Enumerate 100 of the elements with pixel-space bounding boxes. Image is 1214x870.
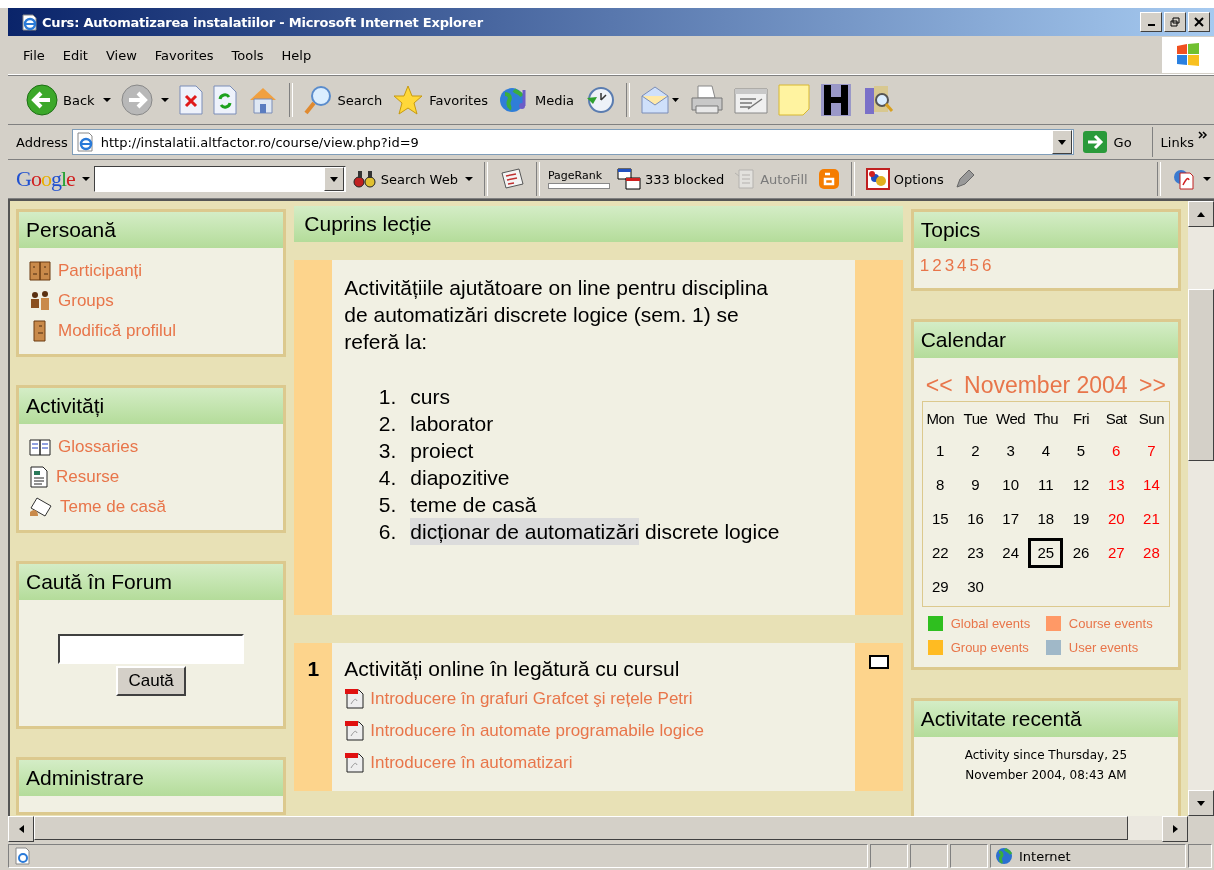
calendar-day[interactable]: 8 <box>922 470 958 500</box>
calendar-day[interactable]: 12 <box>1063 470 1099 500</box>
calendar-day[interactable]: 9 <box>957 470 994 500</box>
menu-item[interactable]: Edit <box>53 45 97 65</box>
google-logo[interactable]: Google <box>16 166 75 192</box>
summary-text: Activitățiile ajutătoare on line pentru disciplina de automatizări discrete logice (sem. 1) se referă la: <box>344 275 770 355</box>
refresh-icon <box>212 85 237 115</box>
edit-page-icon <box>734 85 768 115</box>
right-arrow-icon <box>1172 825 1178 833</box>
calendar-day[interactable]: 29 <box>922 572 958 602</box>
dropdown-button[interactable] <box>1051 130 1072 154</box>
toolbar-button[interactable]: Back <box>22 82 115 118</box>
weekday-label: Tue <box>962 409 989 429</box>
list-text: curs <box>410 384 450 410</box>
block-title: Activitate recentă <box>920 707 1082 731</box>
weekday-label: Wed <box>995 409 1027 429</box>
toolbar-button[interactable]: Media <box>493 82 578 118</box>
status-pane <box>950 844 988 868</box>
calendar-day[interactable]: 25 <box>1028 538 1064 568</box>
calendar-day[interactable]: 5 <box>1063 436 1099 466</box>
weekday-label: Fri <box>1072 409 1091 429</box>
topic-title: Activități online în legătură cu cursul <box>344 657 681 681</box>
calendar-day[interactable]: 10 <box>993 470 1029 500</box>
list-text: proiect <box>410 438 474 464</box>
toolbar-button[interactable]: Favorites <box>388 82 492 118</box>
list-number: 3. <box>377 438 397 464</box>
dropdown-caret-icon <box>81 177 90 181</box>
calendar-day[interactable]: 2 <box>957 436 994 466</box>
page-icon <box>13 847 31 865</box>
calendar-day[interactable]: 26 <box>1063 538 1099 568</box>
dropdown-button[interactable] <box>323 167 344 191</box>
people-icon <box>29 260 51 282</box>
page-icon <box>74 132 95 152</box>
highlight-toggle[interactable] <box>868 655 889 669</box>
calendar-day[interactable]: 30 <box>957 572 994 602</box>
toolbar-button[interactable]: Search Web <box>349 169 476 189</box>
binoculars-icon <box>352 169 377 189</box>
mail-icon <box>640 84 680 116</box>
popup-windows-icon <box>616 168 641 190</box>
go-button[interactable]: Go <box>1077 127 1153 157</box>
minimize-button[interactable] <box>1140 12 1162 32</box>
list-text: teme de casă <box>410 492 537 518</box>
calendar-day[interactable]: 24 <box>993 538 1029 568</box>
up-arrow-icon <box>1197 211 1205 217</box>
globe-icon <box>995 847 1013 865</box>
stop-icon <box>178 85 203 115</box>
calendar-day[interactable]: 23 <box>957 538 994 568</box>
list-number: 5. <box>377 492 397 518</box>
address-label: Address <box>16 134 68 150</box>
caret-icon <box>329 176 338 182</box>
scroll-up-button[interactable] <box>1188 201 1214 227</box>
calendar-day[interactable]: 15 <box>922 504 958 534</box>
scroll-thumb[interactable] <box>1188 289 1214 461</box>
scroll-left-button[interactable] <box>8 816 34 842</box>
calendar-day[interactable]: 18 <box>1028 504 1064 534</box>
calendar-day[interactable]: 22 <box>922 538 958 568</box>
caret-icon <box>1057 139 1066 145</box>
toolbar-button[interactable]: Search <box>298 82 387 118</box>
forum-search-button[interactable]: Caută <box>116 666 186 696</box>
weekday-label: Sun <box>1137 409 1165 429</box>
menu-item[interactable]: File <box>14 45 54 65</box>
dropdown-caret-icon <box>160 98 169 102</box>
weekday-label: Thu <box>1032 409 1059 429</box>
blogger-icon <box>817 168 840 190</box>
toolbar-button[interactable]: 333 blocked <box>613 168 728 190</box>
down-arrow-icon <box>1197 800 1205 806</box>
scroll-right-button[interactable] <box>1162 816 1188 842</box>
section-title: Cuprins lecție <box>304 212 432 236</box>
book-icon <box>29 437 51 457</box>
calendar-day[interactable]: 16 <box>957 504 994 534</box>
search-field[interactable] <box>93 166 346 192</box>
calendar-day[interactable]: 3 <box>993 436 1029 466</box>
calendar-day[interactable]: 4 <box>1028 436 1064 466</box>
calendar-day[interactable]: 19 <box>1063 504 1099 534</box>
list-number: 2. <box>377 411 397 437</box>
vertical-scrollbar[interactable] <box>1188 201 1214 816</box>
toolbar-button[interactable]: Options <box>862 168 947 190</box>
restore-button[interactable] <box>1164 12 1186 32</box>
menu-item[interactable]: View <box>96 45 146 65</box>
form-icon <box>734 168 757 190</box>
dropdown-caret-icon <box>102 98 111 102</box>
address-field[interactable]: http://instalatii.altfactor.ro/course/view.php?id=9 <box>71 129 1074 155</box>
search-field[interactable] <box>58 634 245 664</box>
status-pane <box>910 844 948 868</box>
highlighted-text: dicționar de automatizări <box>410 518 640 545</box>
menu-item[interactable]: Favorites <box>145 45 223 65</box>
close-button[interactable] <box>1188 12 1210 32</box>
calendar-day[interactable]: 1 <box>922 436 958 466</box>
scroll-down-button[interactable] <box>1188 790 1214 816</box>
links-button[interactable]: Links <box>1156 134 1194 150</box>
resize-grip[interactable] <box>1188 844 1212 868</box>
hand-paper-icon <box>29 496 53 518</box>
calendar-day[interactable]: 17 <box>993 504 1029 534</box>
menu-item[interactable]: Help <box>272 45 321 65</box>
calendar-day[interactable]: 11 <box>1028 470 1064 500</box>
restore-icon <box>1170 17 1180 27</box>
menu-item[interactable]: Tools <box>222 45 273 65</box>
letter-block-icon <box>820 83 852 117</box>
pdf-file-icon <box>344 752 367 774</box>
block-title: Persoană <box>26 218 116 242</box>
